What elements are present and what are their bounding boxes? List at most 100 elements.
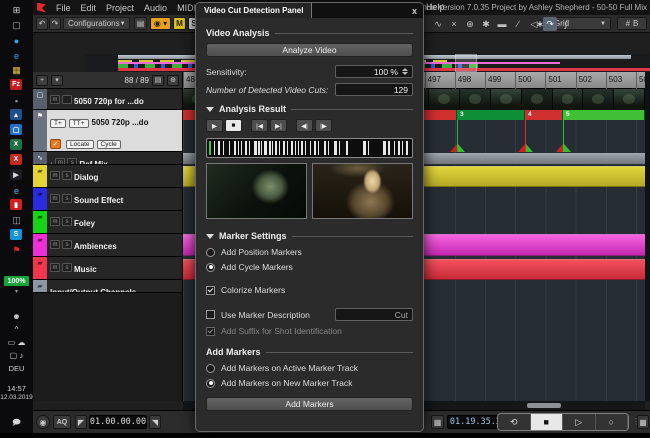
add-markers-button[interactable]: Add Markers [206, 397, 413, 411]
undo-button[interactable]: ↶ [36, 17, 48, 30]
audio-quantize-button[interactable]: AQ [53, 415, 71, 429]
camera-dropdown-button[interactable]: ◉ ▾ [150, 17, 171, 30]
menu-item-midi[interactable]: MIDI [177, 3, 196, 13]
track-row[interactable]: ▰msDialog●◂= [33, 165, 182, 188]
track-row[interactable]: ▰msMusic●◂= [33, 257, 182, 280]
notification-center-icon[interactable]: 🗩 [0, 417, 33, 431]
quantize-preset-button[interactable]: # B [617, 17, 647, 30]
clock-time[interactable]: 14:57 [0, 384, 33, 393]
track-filter-button[interactable]: ▤ [152, 74, 164, 86]
add-cycle-marker-button[interactable]: TT+ [68, 119, 89, 128]
mute-button[interactable]: m [50, 217, 60, 227]
lock-icon[interactable] [62, 95, 72, 105]
battery-cloud-icons[interactable]: ▭ ☁ [0, 338, 33, 347]
record-button[interactable]: ○ [595, 414, 628, 430]
skype-icon[interactable]: S [10, 229, 22, 240]
cut-overview-strip[interactable] [206, 138, 413, 158]
solo-button[interactable]: s [62, 240, 72, 250]
checkbox-option[interactable]: Use Marker Description Cut [206, 308, 413, 321]
vertical-scrollbar[interactable] [645, 72, 650, 401]
mute-button[interactable]: m [50, 240, 60, 250]
store-icon[interactable]: ▢ [10, 124, 22, 135]
track-presets-dropdown[interactable]: ▾ [51, 74, 63, 86]
menu-item-audio[interactable]: Audio [144, 3, 167, 13]
monitor-speaker-icons[interactable]: ▢ ♪ [0, 351, 33, 360]
checkbox-icon[interactable] [206, 326, 215, 336]
solo-button[interactable]: s [67, 158, 78, 164]
menu-item-edit[interactable]: Edit [81, 3, 97, 13]
track-row[interactable]: ⚑ T+ TT+ 5050 720p ...do ✓ Locate Cycle [33, 110, 182, 152]
zoom-tool-icon[interactable]: ⊕ [463, 17, 477, 31]
cycle-button[interactable]: Cycle [96, 140, 121, 149]
cycle-button[interactable]: ⟲ [498, 414, 531, 430]
add-track-button[interactable]: + [36, 74, 48, 86]
edge-icon[interactable]: e [7, 49, 26, 62]
solo-button[interactable]: s [62, 194, 72, 204]
mute-button[interactable]: m [55, 158, 66, 164]
solo-button[interactable]: s [62, 263, 72, 273]
dialog-title-bar[interactable]: Video Cut Detection Panel x [196, 3, 423, 18]
clock-date[interactable]: 12.03.2019 [0, 394, 33, 401]
sensitivity-input[interactable]: 100 % [335, 65, 413, 78]
red-app-icon[interactable]: ▮ [10, 199, 22, 210]
solo-button[interactable]: s [62, 171, 72, 181]
cortana-icon[interactable]: ● [7, 34, 26, 47]
start-icon[interactable]: ⊞ [7, 4, 26, 17]
photos-icon[interactable]: ▴ [10, 109, 22, 120]
internet-explorer-icon[interactable]: e [7, 184, 26, 197]
overview-view-range[interactable] [455, 54, 477, 72]
play-button[interactable]: ▶ [206, 119, 223, 132]
right-locator-icon[interactable]: ◥ [149, 415, 161, 429]
movies-icon[interactable]: ▶ [10, 169, 22, 180]
radio-option[interactable]: Add Markers on Active Marker Track [206, 363, 413, 373]
task-view-icon[interactable]: ▢ [7, 19, 26, 32]
gray-app-icon[interactable]: ◫ [7, 214, 26, 227]
prev-cut-button[interactable]: |◀ [251, 119, 268, 132]
glue-tool-icon[interactable]: ∿ [431, 17, 445, 31]
solo-button[interactable]: s [62, 217, 72, 227]
add-marker-button[interactable]: T+ [50, 119, 66, 128]
cut-end-button[interactable]: |▶ [315, 119, 332, 132]
track-row[interactable]: ▰Input/Output Channels [33, 280, 182, 293]
checkbox-option[interactable]: Add Suffix for Shot Identification [206, 326, 413, 336]
mute-button[interactable]: m [50, 171, 60, 181]
people-icon[interactable]: ☻ [0, 312, 33, 321]
active-marker-checkbox[interactable]: ✓ [50, 139, 61, 149]
track-row[interactable]: ∿1msRef Mix [33, 152, 182, 165]
radio-option[interactable]: Add Position Markers [206, 247, 413, 257]
mute-button[interactable]: m [50, 95, 60, 105]
setup-window-button[interactable]: ▤ [134, 17, 147, 30]
metronome-button[interactable]: ◉ [36, 415, 50, 429]
nuendo-icon[interactable]: ⚑ [7, 244, 26, 257]
play-tool-icon[interactable]: ◁ [527, 17, 541, 31]
curve-tool-icon[interactable]: ∫ [559, 17, 573, 31]
radio-icon[interactable] [206, 378, 215, 388]
track-row[interactable]: ▢m5050 720p for ...do▦◫ [33, 89, 182, 110]
marker-settings-heading[interactable]: Marker Settings [206, 231, 413, 241]
checkbox-icon[interactable] [206, 310, 215, 319]
scrollbar-thumb[interactable] [527, 403, 561, 408]
stop-button[interactable]: ■ [530, 414, 563, 430]
radio-icon[interactable] [206, 262, 215, 272]
radio-icon[interactable] [206, 247, 215, 257]
analyze-video-button[interactable]: Analyze Video [206, 43, 413, 57]
play-button[interactable]: ▷ [563, 414, 596, 430]
radio-icon[interactable] [206, 363, 215, 373]
analysis-result-heading[interactable]: Analysis Result [206, 104, 413, 114]
cut-start-button[interactable]: ◀| [296, 119, 313, 132]
configurations-dropdown[interactable]: Configurations ▼ [63, 17, 130, 30]
mute-all-button[interactable]: M [173, 17, 186, 30]
stop-button[interactable]: ■ [225, 119, 242, 132]
left-locator-time[interactable]: 01.00.00.00 [89, 415, 147, 429]
chevron-up-icon[interactable]: ^ [0, 325, 33, 334]
track-row[interactable]: ▰msAmbiences●◂= [33, 234, 182, 257]
draw-tool-icon[interactable]: ∕ [511, 17, 525, 31]
radio-option[interactable]: Add Markers on New Marker Track [206, 378, 413, 388]
track-row[interactable]: ▰msSound Effect●◂= [33, 188, 182, 211]
time-format-button[interactable]: ▦ [431, 415, 444, 429]
checkbox-icon[interactable] [206, 285, 215, 295]
excel-icon[interactable]: X [10, 139, 22, 150]
locate-button[interactable]: Locate [66, 140, 94, 149]
checkbox-option[interactable]: Colorize Markers [206, 285, 413, 295]
radio-option[interactable]: Add Cycle Markers [206, 262, 413, 272]
